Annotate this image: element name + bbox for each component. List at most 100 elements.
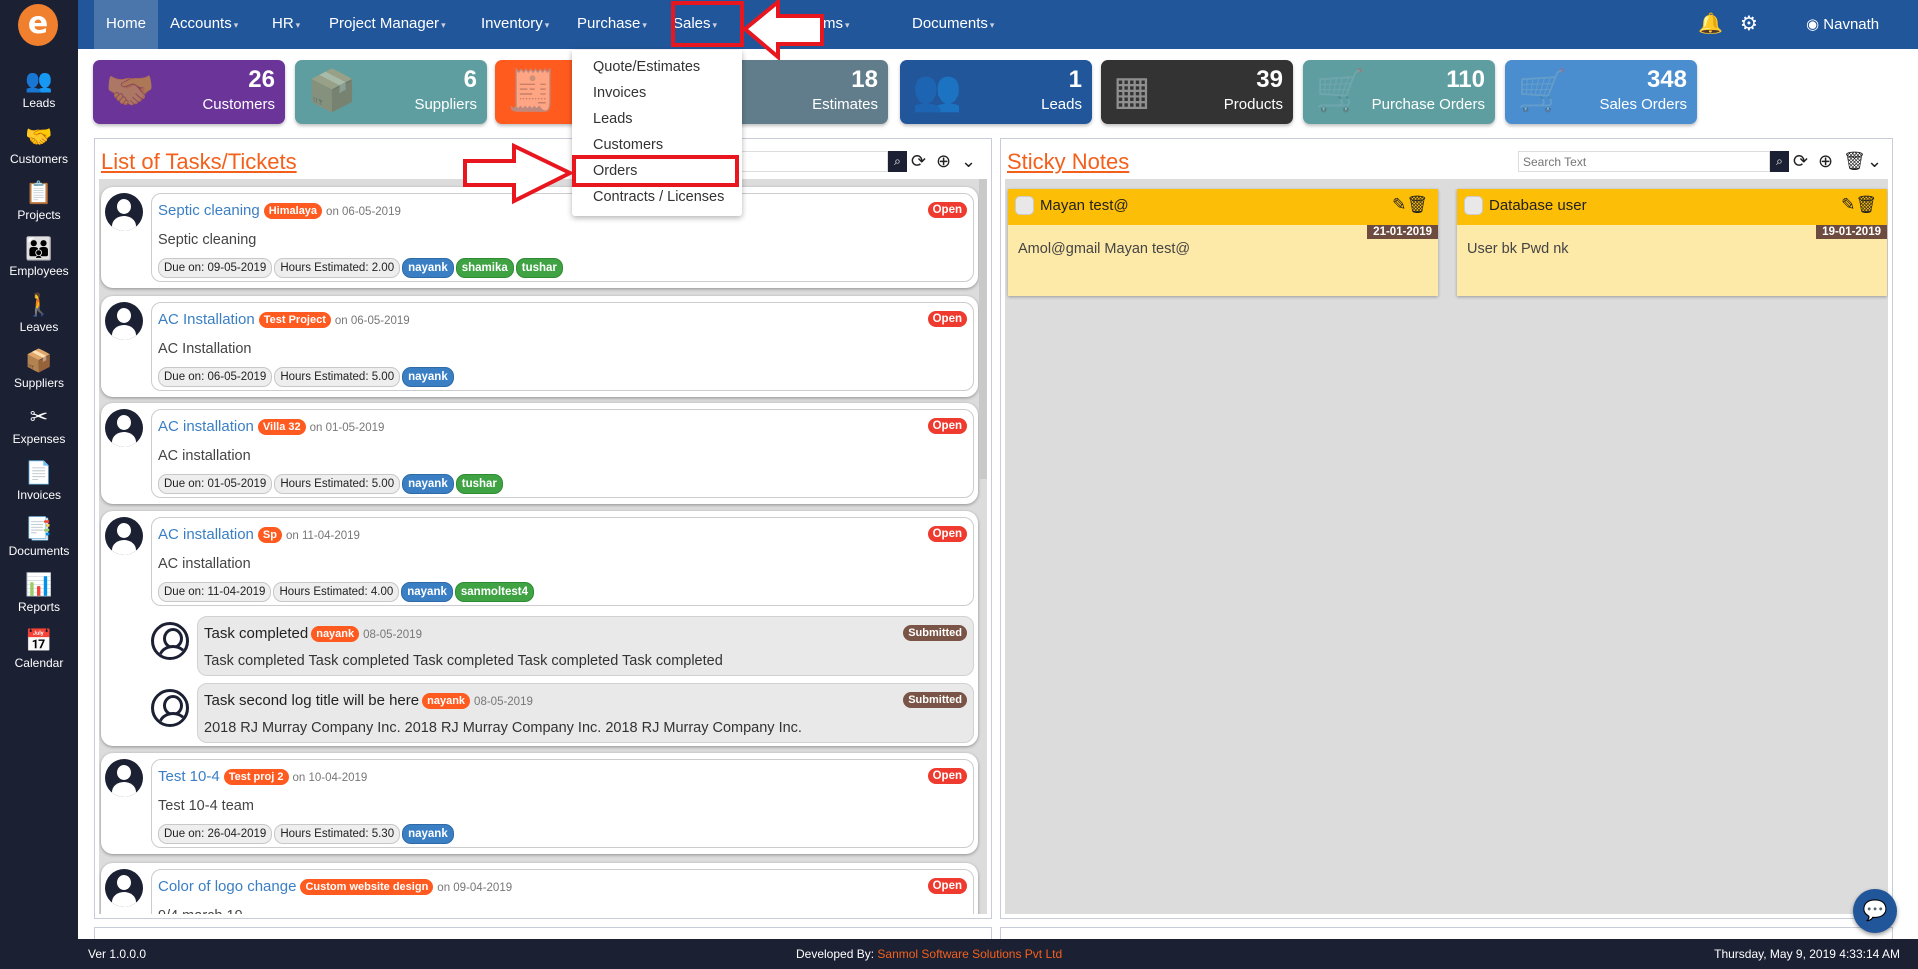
sales-menu-item-quote-estimates[interactable]: Quote/Estimates: [593, 59, 700, 75]
chevron-down-icon: ▾: [544, 20, 550, 30]
assignee-badge[interactable]: nayank: [402, 824, 454, 844]
stat-card[interactable]: 👥 1 Leads: [900, 60, 1092, 124]
customers-icon: 🤝: [25, 124, 53, 149]
task-card[interactable]: AC installation Sp on 11-04-2019 Open AC ins…: [101, 511, 978, 746]
sidebar-item-expenses[interactable]: ✂ Expenses: [0, 404, 78, 446]
nav-hr[interactable]: HR ▾: [260, 0, 312, 49]
sales-menu-item-invoices[interactable]: Invoices: [593, 85, 646, 101]
hours-badge: Hours Estimated: 5.00: [274, 474, 401, 494]
assignee-badge[interactable]: nayank: [402, 258, 454, 278]
assignee-badge[interactable]: tushar: [455, 474, 503, 494]
task-list[interactable]: Septic cleaning Himalaya on 06-05-2019 Open…: [99, 179, 987, 914]
task-card[interactable]: AC installation Villa 32 on 01-05-2019 Open…: [101, 403, 978, 504]
nav-home[interactable]: Home: [94, 0, 159, 49]
task-title[interactable]: AC installation: [158, 526, 254, 543]
collapse-icon[interactable]: ⌄: [961, 151, 976, 172]
projects-icon: 📋: [25, 180, 53, 205]
sidebar-item-employees[interactable]: 👪 Employees: [0, 236, 78, 278]
log-title: Task completed: [204, 625, 309, 642]
sidebar-item-projects[interactable]: 📋 Projects: [0, 180, 78, 222]
task-title[interactable]: Color of logo change: [158, 878, 296, 895]
sticky-notes-title[interactable]: Sticky Notes: [1007, 149, 1129, 175]
version-text: Ver 1.0.0.0: [88, 947, 147, 961]
annotation-arrow-left: [742, 0, 824, 60]
app-logo[interactable]: e: [18, 4, 58, 46]
sales-menu-item-customers[interactable]: Customers: [593, 137, 663, 153]
task-title[interactable]: Test 10-4: [158, 768, 220, 785]
collapse-icon[interactable]: ⌄: [1867, 151, 1882, 172]
sales-menu-item-leads[interactable]: Leads: [593, 111, 633, 127]
tasks-panel-title[interactable]: List of Tasks/Tickets: [101, 149, 297, 175]
sidebar-item-leaves[interactable]: 🚶 Leaves: [0, 292, 78, 334]
assignee-badge[interactable]: nayank: [402, 367, 454, 387]
sidebar-item-label: Leads: [22, 96, 56, 110]
log-title-row: Task completed nayank 08-05-2019: [204, 625, 422, 642]
assignee-badge[interactable]: nayank: [401, 582, 453, 602]
notes-area: Mayan test@ ✎🗑 21-01-2019 Amol@gmail Mayan …: [1005, 179, 1888, 914]
task-description: Test 10-4 team: [158, 798, 254, 814]
developer-link[interactable]: Sanmol Software Solutions Pvt Ltd: [877, 947, 1062, 961]
trash-icon[interactable]: 🗑: [1843, 151, 1866, 172]
sidebar-item-documents[interactable]: 📑 Documents: [0, 516, 78, 558]
task-card[interactable]: Color of logo change Custom website desig…: [101, 863, 978, 914]
trash-icon[interactable]: 🗑: [1406, 195, 1428, 214]
trash-icon[interactable]: 🗑: [1855, 195, 1877, 214]
task-log: Task completed nayank 08-05-2019 Submitted T…: [197, 616, 974, 676]
sidebar-item-calendar[interactable]: 📅 Calendar: [0, 628, 78, 670]
task-title-row: Septic cleaning Himalaya on 06-05-2019: [158, 202, 401, 219]
edit-icon[interactable]: ✎: [1392, 195, 1406, 214]
add-icon[interactable]: ⊕: [1818, 151, 1833, 172]
nav-project-manager[interactable]: Project Manager ▾: [317, 0, 458, 49]
annotation-box-orders: [572, 155, 739, 187]
nav-inventory[interactable]: Inventory ▾: [469, 0, 561, 49]
task-title[interactable]: AC installation: [158, 418, 254, 435]
settings-gears-icon[interactable]: ⚙: [1740, 0, 1758, 49]
task-body: AC installation Villa 32 on 01-05-2019 Open…: [151, 409, 974, 498]
chevron-down-icon: ▾: [845, 20, 850, 30]
note-checkbox[interactable]: [1464, 196, 1483, 215]
stat-card[interactable]: ▦ 39 Products: [1101, 60, 1293, 124]
sidebar-item-reports[interactable]: 📊 Reports: [0, 572, 78, 614]
add-icon[interactable]: ⊕: [936, 151, 951, 172]
refresh-icon[interactable]: ⟳: [1793, 151, 1808, 172]
sidebar-item-customers[interactable]: 🤝 Customers: [0, 124, 78, 166]
task-card[interactable]: Test 10-4 Test proj 2 on 10-04-2019 Open Tes…: [101, 753, 978, 854]
sidebar-item-invoices[interactable]: 📄 Invoices: [0, 460, 78, 502]
reports-icon: 📊: [25, 572, 53, 597]
nav-purchase[interactable]: Purchase ▾: [565, 0, 659, 49]
search-icon[interactable]: ⌕: [1770, 151, 1789, 172]
sticky-note[interactable]: Database user ✎🗑 19-01-2019 User bk Pwd nk: [1457, 189, 1887, 296]
chat-bubble-icon[interactable]: 💬: [1853, 889, 1897, 933]
status-badge: Open: [927, 311, 967, 327]
due-date-badge: Due on: 06-05-2019: [158, 367, 273, 387]
sidebar-item-suppliers[interactable]: 📦 Suppliers: [0, 348, 78, 390]
stat-card[interactable]: 📦 6 Suppliers: [295, 60, 487, 124]
sticky-note[interactable]: Mayan test@ ✎🗑 21-01-2019 Amol@gmail Mayan …: [1008, 189, 1438, 296]
task-title[interactable]: AC Installation: [158, 311, 255, 328]
refresh-icon[interactable]: ⟳: [911, 151, 926, 172]
annotation-arrow-right: [463, 143, 574, 205]
stat-label: Leads: [1041, 96, 1082, 113]
stat-card[interactable]: 🛒 348 Sales Orders: [1505, 60, 1697, 124]
stat-card[interactable]: 🛒 110 Purchase Orders: [1303, 60, 1495, 124]
stat-card[interactable]: 🤝 26 Customers: [93, 60, 285, 124]
assignee-badge[interactable]: nayank: [402, 474, 454, 494]
bell-icon[interactable]: 🔔: [1698, 0, 1723, 49]
assignee-badge[interactable]: sanmoltest4: [454, 582, 534, 602]
assignee-badge[interactable]: shamika: [455, 258, 514, 278]
nav-accounts[interactable]: Accounts ▾: [158, 0, 250, 49]
note-checkbox[interactable]: [1015, 196, 1034, 215]
task-list-scrollbar[interactable]: [979, 179, 987, 479]
user-menu[interactable]: ◉ Navnath: [1806, 0, 1879, 49]
task-title[interactable]: Septic cleaning: [158, 202, 260, 219]
search-icon[interactable]: ⌕: [888, 151, 907, 172]
task-date: on 06-05-2019: [334, 315, 410, 327]
sidebar-item-leads[interactable]: 👥 Leads: [0, 68, 78, 110]
sales-menu-item-contracts-licenses[interactable]: Contracts / Licenses: [593, 189, 724, 205]
notes-search-input[interactable]: [1518, 151, 1770, 172]
sidebar-item-label: Reports: [17, 600, 61, 614]
assignee-badge[interactable]: tushar: [515, 258, 563, 278]
nav-documents[interactable]: Documents ▾: [900, 0, 1006, 49]
task-card[interactable]: AC Installation Test Project on 06-05-2019…: [101, 296, 978, 397]
edit-icon[interactable]: ✎: [1841, 195, 1855, 214]
